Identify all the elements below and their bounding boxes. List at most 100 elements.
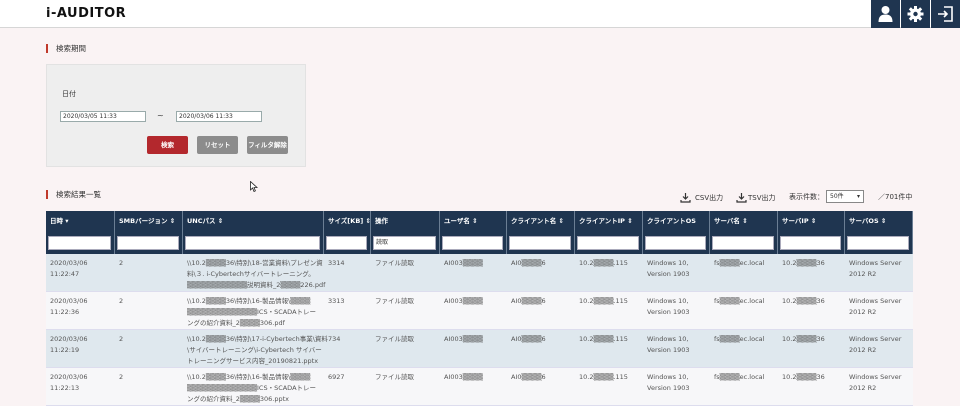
user-icon: [878, 6, 893, 22]
clear-filter-button[interactable]: フィルタ解除: [247, 136, 288, 154]
cell-username-line: AI003▒▒▒▒: [444, 297, 483, 305]
column-header-operation[interactable]: 操作 読取: [371, 211, 440, 254]
csv-export-button[interactable]: CSV出力: [680, 192, 723, 203]
cell-datetime-line: 2020/03/06: [50, 297, 88, 305]
column-header-datetime[interactable]: 日時 ▾: [46, 211, 115, 254]
cell-size: 734: [328, 334, 340, 345]
cell-smb-version: 2: [119, 334, 123, 345]
cell-client-ip: 10.2▒▒▒▒.115: [579, 296, 628, 307]
table-row[interactable]: 2020/03/06 11:22:13 2 \\10.2▒▒▒▒36\特別\16-製品…: [46, 368, 913, 406]
column-header-server-name[interactable]: サーバ名 ⇕: [710, 211, 778, 254]
settings-button[interactable]: [901, 0, 930, 28]
cell-server-ip: 10.2▒▒▒▒36: [782, 334, 825, 345]
date-label: 日付: [62, 90, 76, 98]
logout-button[interactable]: [931, 0, 960, 28]
column-header-unc-path[interactable]: UNCパス ⇕: [183, 211, 324, 254]
sort-icon[interactable]: ⇕: [625, 217, 632, 225]
date-to-input[interactable]: 2020/03/06 11:33: [176, 111, 262, 122]
sort-icon[interactable]: ⇕: [879, 217, 886, 225]
column-filter-input[interactable]: [577, 236, 639, 250]
sort-icon[interactable]: ⇕: [809, 217, 816, 225]
sort-desc-icon[interactable]: ▾: [63, 217, 68, 225]
cell-datetime-line: 2020/03/06: [50, 373, 88, 381]
column-filter-input[interactable]: [326, 236, 367, 250]
cell-size: 3314: [328, 258, 345, 269]
column-filter-input[interactable]: [185, 236, 320, 250]
page-size-control: 表示件数： 50件 ▾: [789, 190, 864, 203]
cell-smb-version-line: 2: [119, 259, 124, 267]
column-label: ユーザ名 ⇕: [444, 215, 478, 225]
cell-datetime-line: 11:22:47: [50, 270, 80, 278]
column-label-text: サーバIP: [782, 217, 809, 225]
column-header-client-name[interactable]: クライアント名 ⇕: [507, 211, 575, 254]
cell-smb-version: 2: [119, 258, 123, 269]
page-size-value: 50件: [830, 193, 844, 200]
cell-operation: ファイル読取: [375, 372, 414, 383]
column-header-server-ip[interactable]: サーバIP ⇕: [778, 211, 845, 254]
cell-server-ip-line: 10.2▒▒▒▒36: [782, 297, 825, 305]
cell-unc-path: \\10.2▒▒▒▒36\特別\16-製品情報\▒▒▒▒ ▒▒▒▒▒▒▒▒▒▒▒▒…: [187, 372, 316, 405]
sort-icon[interactable]: ⇕: [216, 217, 223, 225]
column-label-text: クライアントIP: [579, 217, 625, 225]
sort-icon[interactable]: ⇕: [167, 217, 175, 225]
column-header-smb-version[interactable]: SMBバージョン ⇕: [115, 211, 183, 254]
user-button[interactable]: [871, 0, 900, 28]
cell-server-name: fs▒▒▒▒ec.local: [714, 372, 764, 383]
table-row[interactable]: 2020/03/06 11:22:19 2 \\10.2▒▒▒▒36\特別\17-i-…: [46, 330, 913, 368]
table-row[interactable]: 2020/03/06 11:22:36 2 \\10.2▒▒▒▒36\特別\16-製品…: [46, 292, 913, 330]
column-filter-input[interactable]: [48, 236, 111, 250]
sort-icon[interactable]: ⇕: [556, 217, 564, 225]
column-filter-input[interactable]: [509, 236, 571, 250]
column-header-size-kb[interactable]: サイズ[KB] ⇕: [324, 211, 371, 254]
tsv-export-button[interactable]: TSV出力: [736, 192, 776, 203]
cell-unc-path-line: \サイバートレーニング\i-Cybertech サイバー: [187, 346, 322, 354]
cell-username: AI003▒▒▒▒: [444, 258, 483, 269]
column-filter-input[interactable]: [645, 236, 706, 250]
column-filter-input[interactable]: [117, 236, 179, 250]
column-header-server-os[interactable]: サーバOS ⇕: [845, 211, 913, 254]
date-from-input[interactable]: 2020/03/05 11:33: [60, 111, 146, 122]
cell-server-os-line: 2012 R2: [849, 384, 877, 392]
cell-client-name: AI0▒▒▒▒6: [511, 334, 546, 345]
page-size-select[interactable]: 50件 ▾: [826, 190, 864, 203]
gear-icon: [907, 6, 924, 22]
cell-server-os-line: Windows Server: [849, 335, 902, 343]
cell-client-os-line: Version 1903: [647, 346, 690, 354]
cell-smb-version-line: 2: [119, 335, 124, 343]
cell-server-name-line: fs▒▒▒▒ec.local: [714, 373, 765, 381]
cell-unc-path: \\10.2▒▒▒▒36\特別\18-営業資料\プレゼン資 料\３. i-Cybe…: [187, 258, 325, 291]
column-label-text: UNCパス: [187, 217, 216, 225]
cell-server-os-line: Windows Server: [849, 373, 902, 381]
table-row[interactable]: 2020/03/06 11:22:47 2 \\10.2▒▒▒▒36\特別\18-営業…: [46, 254, 913, 292]
sort-icon[interactable]: ⇕: [363, 217, 371, 225]
sort-icon[interactable]: ⇕: [470, 217, 477, 225]
column-header-username[interactable]: ユーザ名 ⇕: [440, 211, 507, 254]
cell-datetime-line: 2020/03/06: [50, 259, 88, 267]
column-label-text: クライアント名: [511, 217, 557, 225]
cell-client-ip: 10.2▒▒▒▒.115: [579, 372, 628, 383]
cell-size-line: 3314: [328, 259, 345, 267]
cell-client-os-line: Windows 10,: [647, 335, 689, 343]
cell-size: 6927: [328, 372, 345, 383]
cell-username: AI003▒▒▒▒: [444, 372, 483, 383]
search-button[interactable]: 検索: [147, 136, 188, 154]
cell-smb-version: 2: [119, 372, 123, 383]
sort-icon[interactable]: ⇕: [740, 217, 747, 225]
column-header-client-ip[interactable]: クライアントIP ⇕: [575, 211, 643, 254]
cell-unc-path-line: \\10.2▒▒▒▒36\特別\18-営業資料\プレゼン資: [187, 259, 323, 267]
cell-server-os: Windows Server 2012 R2: [849, 258, 901, 280]
column-filter-input[interactable]: [847, 236, 909, 250]
cell-client-name-line: AI0▒▒▒▒6: [511, 335, 546, 343]
cell-client-ip: 10.2▒▒▒▒.115: [579, 258, 628, 269]
column-filter-input[interactable]: [780, 236, 841, 250]
column-header-client-os[interactable]: クライアントOS: [643, 211, 710, 254]
cell-operation: ファイル読取: [375, 334, 414, 345]
column-filter-input[interactable]: [712, 236, 774, 250]
reset-button[interactable]: リセット: [197, 136, 238, 154]
column-filter-input[interactable]: [442, 236, 503, 250]
column-filter-input[interactable]: 読取: [373, 236, 436, 250]
column-label: 日時 ▾: [50, 215, 69, 225]
cell-datetime: 2020/03/06 11:22:13: [50, 372, 87, 394]
column-label: UNCパス ⇕: [187, 215, 223, 225]
cell-datetime: 2020/03/06 11:22:36: [50, 296, 87, 318]
